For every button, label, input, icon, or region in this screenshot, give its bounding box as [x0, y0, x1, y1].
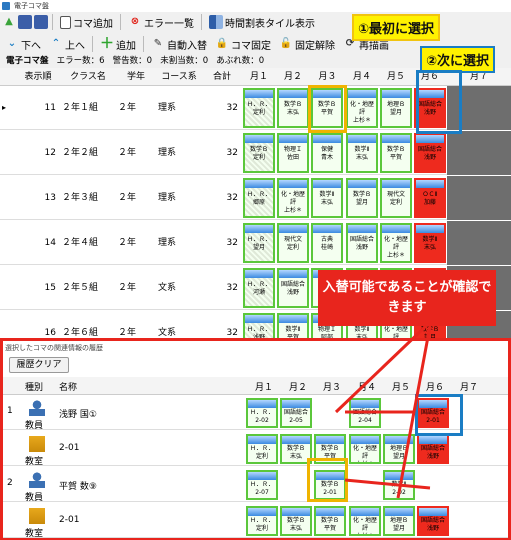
arrow-to-lower	[334, 324, 428, 414]
arrow-right	[344, 478, 431, 490]
app-window: 電子コマ盤 ▲ コマ追加 ⊗ エラー一覧 時間割表タイル表示 ⌄ 下へ ⌃ 上へ	[0, 0, 511, 540]
annotation-arrows	[334, 324, 432, 499]
